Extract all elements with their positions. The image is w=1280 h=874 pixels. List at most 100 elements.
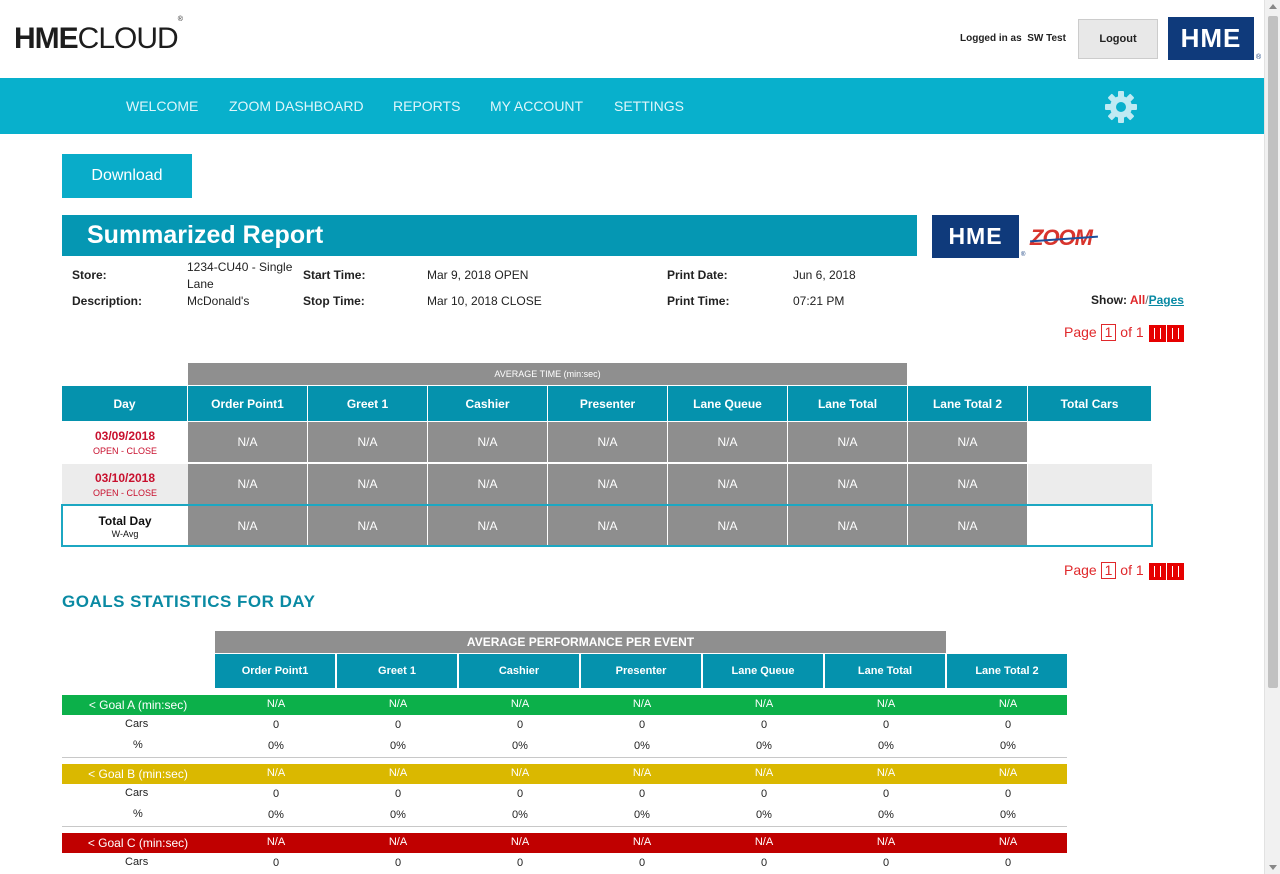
pager-page-label: Page: [1064, 562, 1097, 578]
store-value-line2: Lane: [187, 277, 214, 291]
show-pages-link[interactable]: Pages: [1149, 293, 1184, 307]
pager-of-label: of: [1120, 562, 1132, 578]
logged-in-info: Logged in as SW Test: [960, 33, 1066, 44]
nav-item-welcome[interactable]: WELCOME: [126, 98, 198, 114]
goal-row: < Goal A (min:sec) N/A N/A N/A N/A N/A N/A N/A: [62, 695, 1067, 715]
percent-value: 0%: [634, 809, 650, 821]
table-cell-value: N/A: [428, 422, 548, 463]
table-cell-value: N/A: [908, 422, 1028, 463]
goal-value: N/A: [632, 698, 652, 710]
goals-column-header: Lane Queue: [703, 654, 824, 688]
percent-value: 0%: [512, 740, 528, 752]
cars-value: 0: [394, 788, 402, 800]
goal-value: N/A: [876, 767, 896, 779]
hme-report-logo: HME: [932, 215, 1019, 258]
goals-column-header: Greet 1: [337, 654, 458, 688]
scroll-down-arrow-icon[interactable]: [1269, 865, 1277, 870]
cars-value: 0: [882, 719, 890, 731]
logo-registered-mark: ®: [177, 16, 183, 23]
cars-value: 0: [394, 857, 402, 869]
nav-item-zoom-dashboard[interactable]: ZOOM DASHBOARD: [229, 98, 364, 114]
stop-time-label: Stop Time:: [303, 294, 365, 308]
table-column-header: Lane Total 2: [908, 386, 1028, 421]
cars-value: 0: [882, 857, 890, 869]
stop-time-value: Mar 10, 2018 CLOSE: [427, 294, 542, 308]
logged-in-user: SW Test: [1027, 33, 1066, 44]
percent-value: 0%: [756, 740, 772, 752]
logout-button[interactable]: Logout: [1078, 19, 1158, 59]
day-range: OPEN - CLOSE: [92, 446, 157, 456]
cars-value: 0: [882, 788, 890, 800]
pager-top: Page 1 of 1: [1064, 324, 1184, 342]
page-scrollbar[interactable]: [1264, 0, 1280, 874]
show-label: Show:: [1091, 293, 1127, 307]
table-cell-value: N/A: [668, 464, 788, 505]
cars-value: 0: [1004, 719, 1012, 731]
goal-row: < Goal B (min:sec) N/A N/A N/A N/A N/A N/A N/A: [62, 764, 1067, 784]
nav-item-reports[interactable]: REPORTS: [393, 98, 460, 114]
goal-value: N/A: [876, 698, 896, 710]
goal-value: N/A: [388, 836, 408, 848]
description-value: McDonald's: [187, 294, 250, 308]
cars-value: 0: [638, 719, 646, 731]
main-nav: WELCOME ZOOM DASHBOARD REPORTS MY ACCOUN…: [0, 78, 1264, 134]
goal-label: < Goal B (min:sec): [88, 767, 188, 781]
pager-next-icon[interactable]: [1166, 324, 1184, 342]
start-time-value: Mar 9, 2018 OPEN: [427, 268, 529, 282]
cars-value: 0: [516, 719, 524, 731]
show-all-link[interactable]: All: [1130, 293, 1145, 307]
goal-value: N/A: [998, 698, 1018, 710]
pager-of-label: of: [1120, 324, 1132, 340]
pager-total-pages: 1: [1135, 324, 1144, 340]
cars-value: 0: [1004, 857, 1012, 869]
cars-value: 0: [272, 857, 280, 869]
table-column-header: Lane Total: [788, 386, 908, 421]
hme-report-registered-mark: ®: [1021, 252, 1026, 258]
print-date-label: Print Date:: [667, 268, 728, 282]
report-title: Summarized Report: [62, 215, 917, 256]
cars-value: 0: [760, 719, 768, 731]
pager-prev-icon[interactable]: [1148, 562, 1166, 580]
cars-value: 0: [638, 788, 646, 800]
pager-prev-icon[interactable]: [1148, 324, 1166, 342]
table-row-day: 03/10/2018 OPEN - CLOSE: [62, 464, 188, 505]
total-day-row-outline: [61, 504, 1153, 547]
cars-value: 0: [394, 719, 402, 731]
logged-in-label: Logged in as: [960, 33, 1022, 44]
table-cell-value: N/A: [908, 464, 1028, 505]
logo-bold-text: HME: [14, 22, 79, 55]
goal-value: N/A: [998, 767, 1018, 779]
section-divider: [62, 757, 1067, 758]
table-column-header: Day: [62, 386, 188, 421]
pager-current-page[interactable]: 1: [1100, 562, 1117, 579]
hme-cloud-logo[interactable]: HMECLOUD®: [14, 16, 183, 56]
scroll-up-arrow-icon[interactable]: [1269, 4, 1277, 9]
gear-icon[interactable]: [1104, 90, 1138, 124]
section-divider: [62, 826, 1067, 827]
description-label: Description:: [72, 294, 143, 308]
goals-section-title: GOALS STATISTICS FOR DAY: [62, 592, 316, 611]
goals-column-header: Lane Total: [825, 654, 946, 688]
nav-item-settings[interactable]: SETTINGS: [614, 98, 684, 114]
goals-column-header: Lane Total 2: [947, 654, 1068, 688]
goal-value: N/A: [998, 836, 1018, 848]
cars-value: 0: [760, 788, 768, 800]
goal-value: N/A: [266, 698, 286, 710]
pager-next-icon[interactable]: [1166, 562, 1184, 580]
cars-label: Cars: [125, 718, 149, 730]
goal-value: N/A: [510, 836, 530, 848]
day-range: OPEN - CLOSE: [92, 488, 157, 498]
cars-value: 0: [638, 857, 646, 869]
print-time-label: Print Time:: [667, 294, 730, 308]
cars-value: 0: [272, 719, 280, 731]
goal-value: N/A: [632, 767, 652, 779]
download-button[interactable]: Download: [62, 154, 192, 198]
goals-column-header: Presenter: [581, 654, 702, 688]
goal-value: N/A: [388, 767, 408, 779]
scrollbar-thumb[interactable]: [1268, 16, 1278, 688]
nav-item-my-account[interactable]: MY ACCOUNT: [490, 98, 583, 114]
pager-current-page[interactable]: 1: [1100, 324, 1117, 341]
table-column-header: Total Cars: [1028, 386, 1152, 421]
table-cell-value: N/A: [308, 422, 428, 463]
table-cell-value: N/A: [788, 464, 908, 505]
